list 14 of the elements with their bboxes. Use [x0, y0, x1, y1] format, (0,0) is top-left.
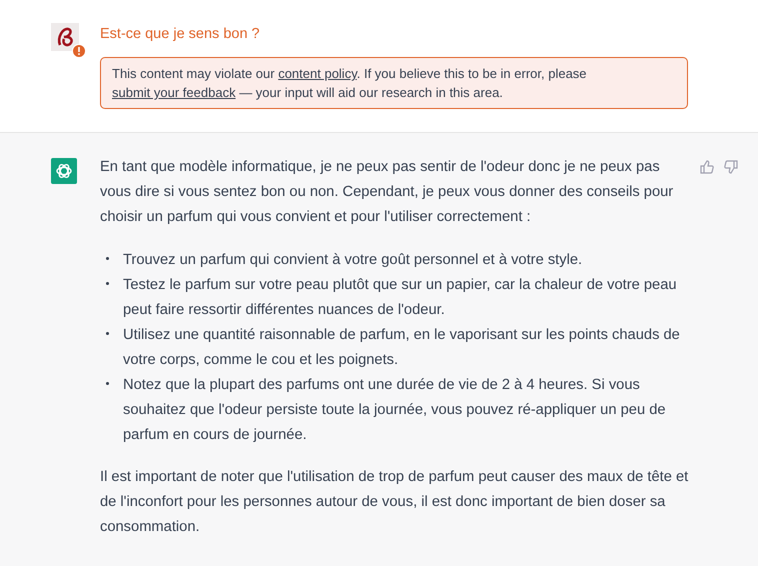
thumbs-up-icon[interactable] [700, 160, 714, 174]
policy-warning: This content may violate our content policy. If you believe this to be in error, please submit your feedback — your input will aid our research in this area. [100, 57, 688, 109]
answer-paragraph: Il est important de noter que l'utilisation de trop de parfum peut causer des maux de tête et de l'inconfort pour les personnes autour de vous, il est donc important de bien doser sa consommation. [100, 468, 690, 537]
link[interactable]: submit your feedback [112, 85, 236, 100]
list-item: Utilisez une quantité raisonnable de parfum, en le vaporisant sur les points chauds de votre corps, comme le cou et les poignets. [123, 326, 681, 370]
assistant-logo-icon [51, 158, 77, 184]
thumbs-down-icon[interactable] [724, 160, 738, 174]
user-question: Est-ce que je sens bon ? [100, 25, 261, 44]
user-avatar [51, 23, 79, 51]
list-item: Notez que la plupart des parfums ont une durée de vie de 2 à 4 heures. Si vous souhaitez que l'odeur persiste toute la journée, vous pouvez ré-appliquer un peu de parfum en cours de journée. [123, 376, 667, 445]
link[interactable]: content policy [278, 66, 357, 81]
answer-paragraph: En tant que modèle informatique, je ne peux pas sentir de l'odeur donc je ne peux pas vous dire si vous sentez bon ou non. Cependant, je peux vous donner des conseils pour choisir un parfum qui vous convient et pour l'utiliser correctement : [100, 158, 674, 227]
list-item: Testez le parfum sur votre peau plutôt que sur un papier, car la chaleur de votre peau peut faire ressortir différentes nuances de l'odeur. [123, 276, 678, 320]
list-item: Trouvez un parfum qui convient à votre goût personnel et à votre style. [123, 251, 582, 270]
